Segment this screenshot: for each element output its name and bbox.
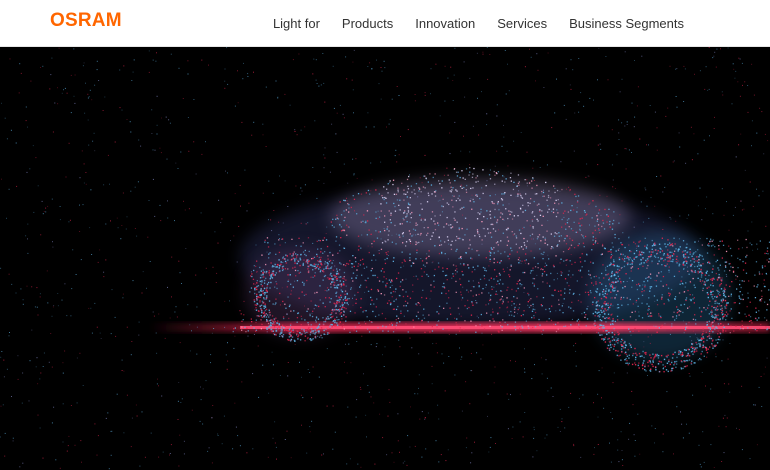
nav-item-light-for[interactable]: Light for xyxy=(273,16,320,31)
nav-item-innovation[interactable]: Innovation xyxy=(415,16,475,31)
nav-item-business-segments[interactable]: Business Segments xyxy=(569,16,684,31)
main-navigation: Light for Products Innovation Services B… xyxy=(251,0,684,47)
nav-item-services[interactable]: Services xyxy=(497,16,547,31)
nav-item-products[interactable]: Products xyxy=(342,16,393,31)
particle-car-image xyxy=(0,47,770,470)
site-header: OSRAM Light for Products Innovation Serv… xyxy=(0,0,770,47)
page: OSRAM Light for Products Innovation Serv… xyxy=(0,0,770,470)
hero-banner[interactable] xyxy=(0,47,770,470)
osram-logo[interactable]: OSRAM xyxy=(50,11,122,31)
